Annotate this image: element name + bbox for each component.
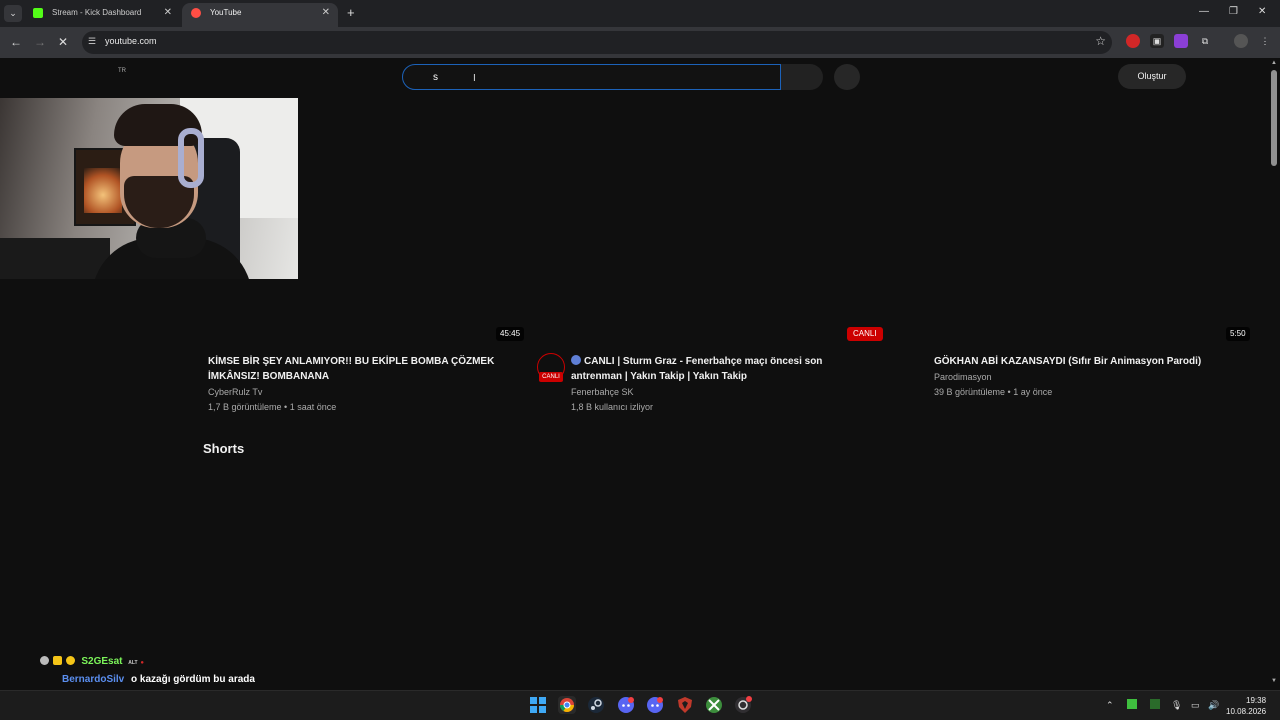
chrome-icon[interactable] [558,696,576,714]
sub-badge-icon [65,656,75,665]
taskbar: ⌃ 🎙 ▭ 🔊 19:38 10.08.2026 [0,690,1280,720]
browser-toolbar: ← → ✕ ☰ youtube.com ☆ ▣ ⧉ ⋮ [0,27,1280,58]
clock-time: 19:38 [1246,696,1267,705]
forward-icon[interactable]: → [34,35,46,49]
scroll-down-icon[interactable]: ▼ [1271,678,1277,684]
obs-icon[interactable] [734,696,752,714]
new-tab-icon[interactable]: + [347,5,355,20]
video-title[interactable]: KİMSE BİR ŞEY ANLAMIYOR!! BU EKİPLE BOMB… [208,354,518,384]
tab-youtube[interactable]: YouTube ✕ [182,3,338,27]
extension-icon[interactable] [1126,34,1140,48]
back-icon[interactable]: ← [10,35,22,49]
page-scrollbar[interactable]: ▲ ▼ [1268,58,1280,690]
shield-app-icon[interactable] [676,696,694,714]
tag-dot-icon: ● [140,660,145,666]
browser-tab-strip: ⌄ Stream - Kick Dashboard ✕ YouTube ✕ + … [0,0,1280,27]
tab-title: YouTube [210,8,242,17]
channel-name[interactable]: Parodimasyon [934,372,992,382]
close-icon[interactable]: ✕ [322,3,330,23]
video-title-text: CANLI | Sturm Graz - Fenerbahçe maçı önc… [571,356,823,382]
tab-search-icon[interactable]: ⌄ [4,5,22,22]
chat-tag: ALT [128,660,138,666]
chat-username: BernardoSilv [62,674,125,685]
tray-app-icon[interactable] [1127,699,1137,709]
chat-message: S2GEsat ALT ● [40,656,144,667]
crown-badge-icon [52,656,62,665]
youtube-header: TR I Oluştur [0,58,1268,96]
video-meta: 39 B görüntüleme • 1 ay önce [934,387,1053,397]
scrollbar-thumb[interactable] [1271,70,1277,166]
webcam-overlay [0,98,298,279]
scroll-up-icon[interactable]: ▲ [1271,60,1277,66]
globe-icon [571,355,581,365]
steam-icon[interactable] [587,696,605,714]
desk [0,238,110,279]
stop-loading-icon[interactable]: ✕ [58,35,68,49]
badge-icon [40,656,49,665]
search-button[interactable] [781,64,823,90]
youtube-favicon-icon [191,8,201,18]
xbox-icon[interactable] [705,696,723,714]
tab-title: Stream - Kick Dashboard [52,8,142,17]
voice-search-button[interactable] [834,64,860,90]
tray-overflow-icon[interactable]: ⌃ [1106,700,1114,711]
chat-username: S2GEsat [81,656,123,667]
url-text: youtube.com [105,36,157,46]
discord-icon[interactable] [646,696,664,714]
site-info-icon[interactable]: ☰ [88,36,96,47]
profile-avatar[interactable] [1234,34,1248,48]
microphone-icon[interactable]: 🎙 [1171,700,1182,711]
create-button[interactable]: Oluştur [1118,64,1186,89]
search-input[interactable] [433,69,763,85]
system-clock[interactable]: 19:38 10.08.2026 [1226,695,1266,717]
video-duration: 5:50 [1226,327,1250,341]
avatar-live-label: CANLI [539,372,563,382]
close-window-icon[interactable]: ✕ [1258,6,1266,17]
browser-menu-icon[interactable]: ⋮ [1258,34,1272,48]
text-cursor-icon: I [473,73,476,84]
channel-name[interactable]: CyberRulz Tv [208,387,262,397]
close-icon[interactable]: ✕ [164,3,172,23]
channel-name[interactable]: Fenerbahçe SK [571,387,634,397]
video-title[interactable]: CANLI | Sturm Graz - Fenerbahçe maçı önc… [571,354,841,384]
video-meta: 1,7 B görüntüleme • 1 saat önce [208,402,337,412]
video-duration: 45:45 [496,327,525,341]
windows-start-icon[interactable] [529,696,547,714]
extension-icon[interactable] [1174,34,1188,48]
chat-text: o kazağı gördüm bu arada [131,674,255,685]
bookmark-star-icon[interactable]: ☆ [1095,34,1106,48]
tab-kick-dashboard[interactable]: Stream - Kick Dashboard ✕ [24,3,180,27]
clock-date: 10.08.2026 [1226,707,1267,716]
monitor-screen [84,168,122,213]
restore-icon[interactable]: ❐ [1229,6,1238,17]
extensions-puzzle-icon[interactable]: ⧉ [1198,34,1212,48]
headset [178,128,204,188]
tray-app-icon[interactable] [1150,699,1160,709]
volume-icon[interactable]: 🔊 [1208,700,1219,711]
address-bar[interactable]: ☰ youtube.com ☆ [82,31,1112,54]
minimize-icon[interactable]: — [1199,6,1209,17]
shorts-heading: Shorts [203,441,245,456]
kick-favicon-icon [33,8,43,18]
display-icon[interactable]: ▭ [1191,700,1200,711]
search-box[interactable]: I [402,64,781,90]
live-badge: CANLI [847,327,883,341]
discord-icon[interactable] [617,696,635,714]
extension-icon[interactable]: ▣ [1150,34,1164,48]
video-title[interactable]: GÖKHAN ABİ KAZANSAYDI (Sıfır Bir Animasy… [934,354,1234,369]
region-code: TR [118,68,126,74]
video-meta: 1,8 B kullanıcı izliyor [571,402,654,412]
chat-message: BernardoSilv o kazağı gördüm bu arada [62,674,255,685]
